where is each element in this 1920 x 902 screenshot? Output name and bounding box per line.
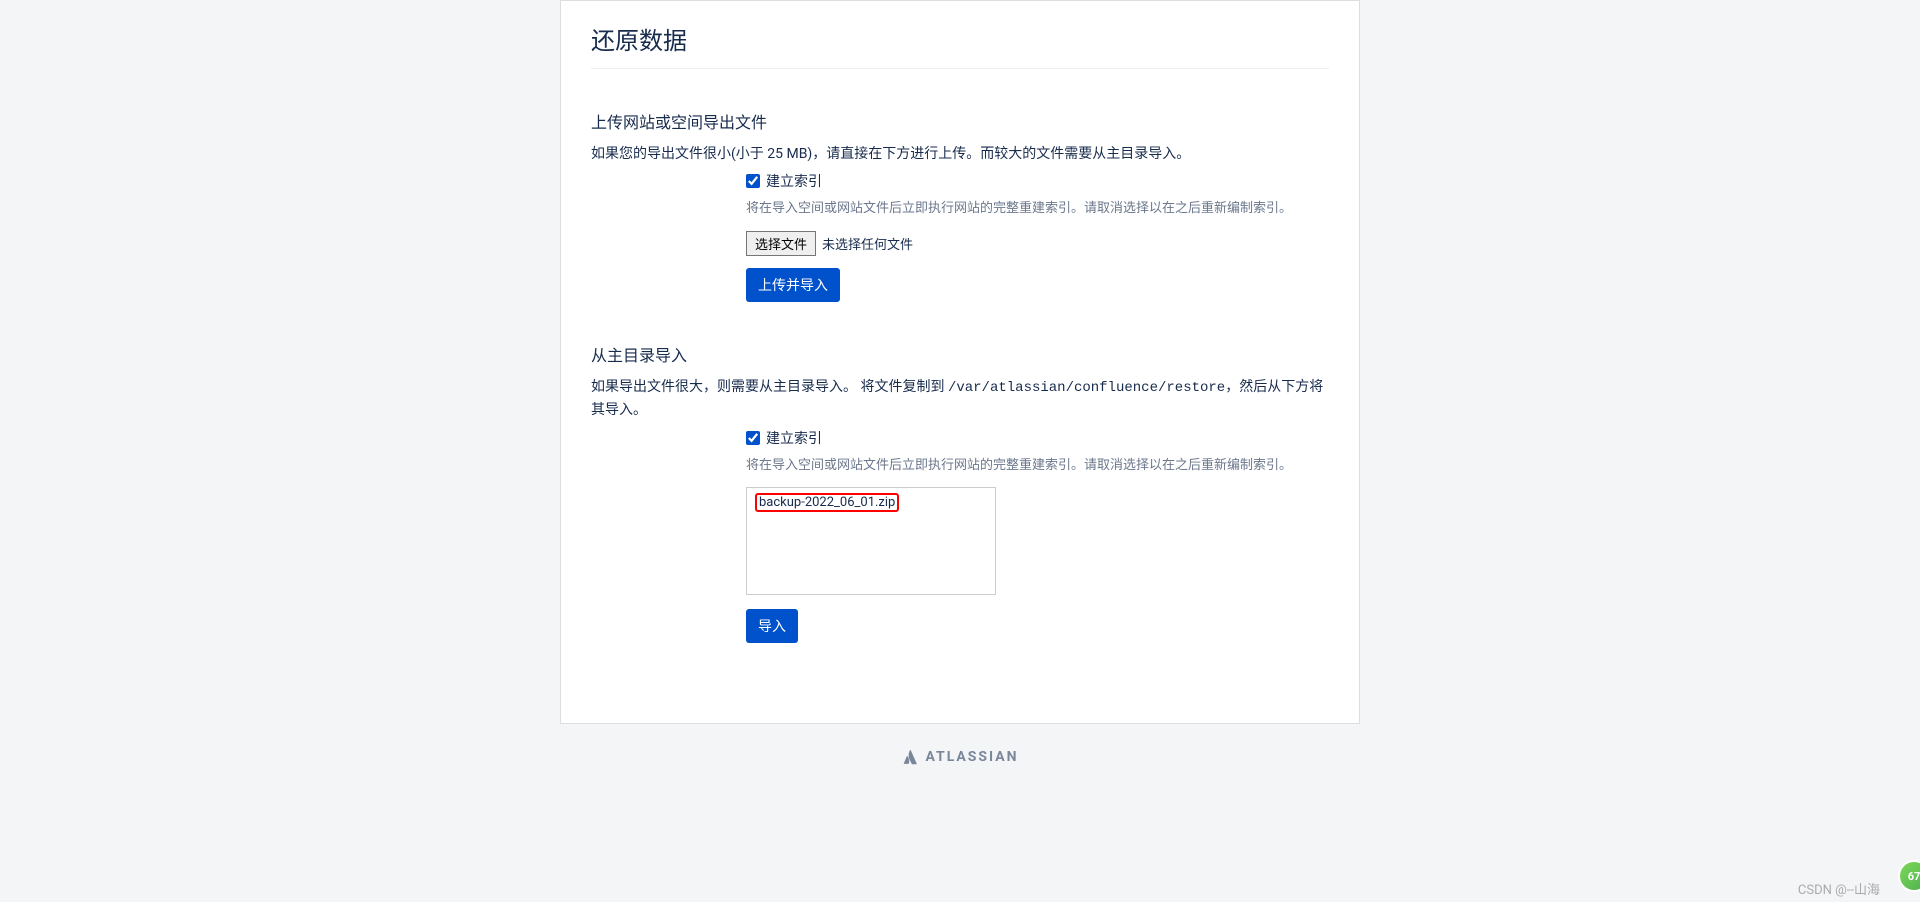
- backup-file-highlight: backup-2022_06_01.zip: [755, 493, 899, 512]
- upload-import-button[interactable]: 上传并导入: [746, 268, 840, 302]
- atlassian-icon: [901, 748, 919, 766]
- import-desc-path: /var/atlassian/confluence/restore: [948, 380, 1225, 396]
- import-section-title: 从主目录导入: [591, 342, 1329, 366]
- atlassian-logo: ATLASSIAN: [901, 748, 1018, 766]
- import-index-hint: 将在导入空间或网站文件后立即执行网站的完整重建索引。请取消选择以在之后重新编制索…: [746, 456, 1329, 476]
- footer-brand-text: ATLASSIAN: [925, 749, 1018, 765]
- list-item[interactable]: backup-2022_06_01.zip: [747, 488, 995, 517]
- import-section-desc: 如果导出文件很大，则需要从主目录导入。 将文件复制到 /var/atlassia…: [591, 376, 1329, 422]
- file-status-text: 未选择任何文件: [822, 234, 913, 253]
- upload-index-checkbox[interactable]: [746, 174, 760, 188]
- file-input-row: 选择文件 未选择任何文件: [746, 231, 1329, 256]
- import-desc-prefix: 如果导出文件很大，则需要从主目录导入。 将文件复制到: [591, 379, 948, 395]
- import-section: 从主目录导入 如果导出文件很大，则需要从主目录导入。 将文件复制到 /var/a…: [591, 342, 1329, 643]
- import-index-row: 建立索引: [746, 428, 1329, 448]
- restore-file-list[interactable]: backup-2022_06_01.zip: [746, 487, 996, 595]
- upload-index-label: 建立索引: [766, 171, 822, 191]
- badge-circle: 67: [1898, 860, 1920, 892]
- upload-index-hint: 将在导入空间或网站文件后立即执行网站的完整重建索引。请取消选择以在之后重新编制索…: [746, 199, 1329, 219]
- upload-section-desc: 如果您的导出文件很小(小于 25 MB)，请直接在下方进行上传。而较大的文件需要…: [591, 143, 1329, 165]
- import-index-checkbox[interactable]: [746, 431, 760, 445]
- import-button[interactable]: 导入: [746, 609, 798, 643]
- upload-index-row: 建立索引: [746, 171, 1329, 191]
- choose-file-button[interactable]: 选择文件: [746, 231, 816, 256]
- import-index-label: 建立索引: [766, 428, 822, 448]
- upload-section: 上传网站或空间导出文件 如果您的导出文件很小(小于 25 MB)，请直接在下方进…: [591, 109, 1329, 302]
- footer: ATLASSIAN: [0, 724, 1920, 794]
- watermark-text: CSDN @--山海: [1798, 879, 1880, 898]
- page-title: 还原数据: [591, 21, 1329, 69]
- backup-file-name: backup-2022_06_01.zip: [759, 495, 895, 510]
- main-panel: 还原数据 上传网站或空间导出文件 如果您的导出文件很小(小于 25 MB)，请直…: [560, 0, 1360, 724]
- upload-section-title: 上传网站或空间导出文件: [591, 109, 1329, 133]
